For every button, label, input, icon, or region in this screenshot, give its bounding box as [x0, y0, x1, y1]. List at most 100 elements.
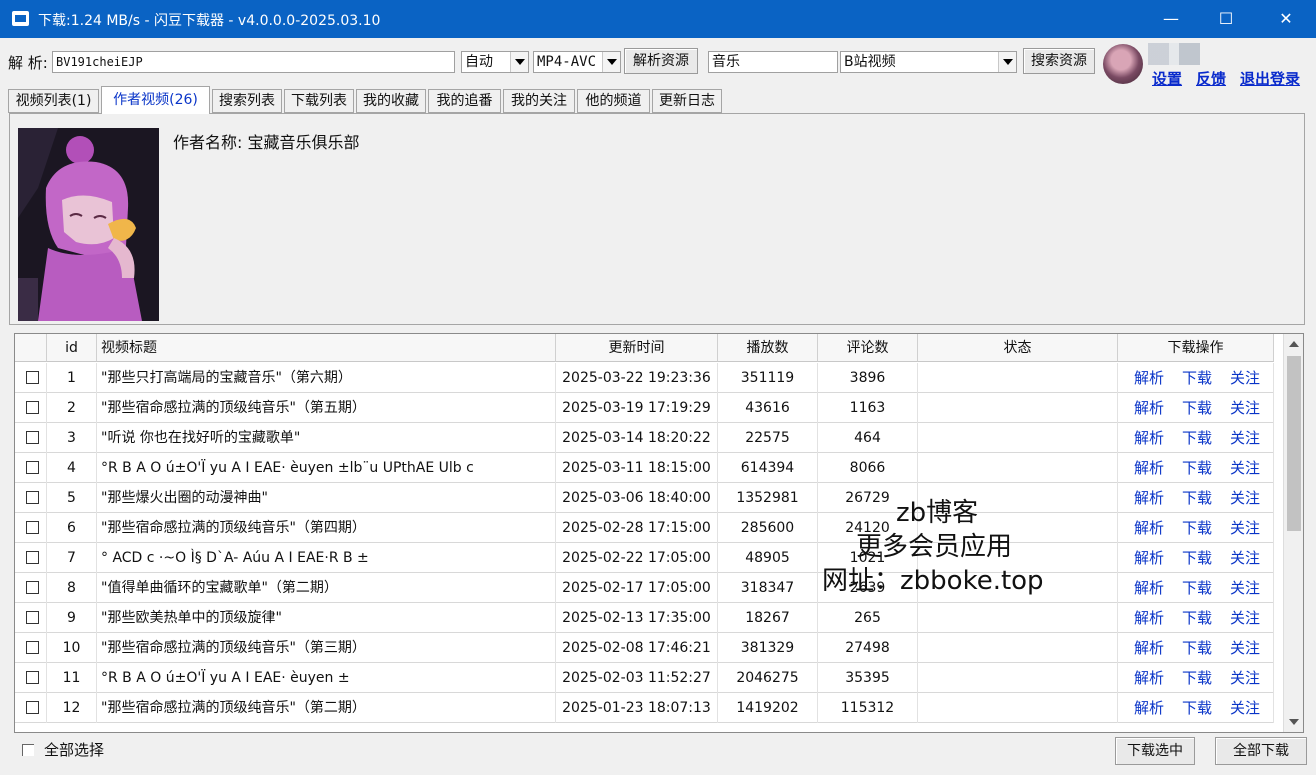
- table-row[interactable]: 10 "那些宿命感拉满的顶级纯音乐"（第三期） 2025-02-08 17:46:2…: [15, 633, 1274, 663]
- table-row[interactable]: 5 "那些爆火出圈的动漫神曲" 2025-03-06 18:40:00 1352981…: [15, 483, 1274, 513]
- download-link[interactable]: 下载: [1182, 513, 1212, 543]
- row-checkbox[interactable]: [26, 581, 39, 594]
- parse-link[interactable]: 解析: [1134, 693, 1164, 723]
- download-all-button[interactable]: 全部下载: [1215, 737, 1307, 765]
- row-checkbox[interactable]: [26, 431, 39, 444]
- table-row[interactable]: 1 "那些只打高端局的宝藏音乐"（第六期） 2025-03-22 19:23:36 3…: [15, 363, 1274, 393]
- row-checkbox[interactable]: [26, 701, 39, 714]
- download-link[interactable]: 下载: [1182, 483, 1212, 513]
- download-link[interactable]: 下载: [1182, 363, 1212, 393]
- bv-input[interactable]: BV191cheiEJP: [52, 51, 455, 73]
- download-link[interactable]: 下载: [1182, 543, 1212, 573]
- settings-link[interactable]: 设置: [1152, 68, 1182, 89]
- search-button[interactable]: 搜索资源: [1023, 48, 1095, 74]
- parse-link[interactable]: 解析: [1134, 363, 1164, 393]
- follow-link[interactable]: 关注: [1230, 663, 1260, 693]
- row-checkbox[interactable]: [26, 641, 39, 654]
- row-plays: 351119: [718, 363, 818, 393]
- column-header-actions[interactable]: 下载操作: [1118, 334, 1274, 362]
- tab-changelog[interactable]: 更新日志: [652, 89, 722, 113]
- user-avatar[interactable]: [1103, 44, 1143, 84]
- select-all-checkbox[interactable]: [22, 744, 34, 756]
- follow-link[interactable]: 关注: [1230, 693, 1260, 723]
- quality-select[interactable]: 自动: [461, 51, 529, 73]
- column-header-title[interactable]: 视频标题: [97, 334, 556, 362]
- tab-download-list[interactable]: 下载列表: [284, 89, 354, 113]
- follow-link[interactable]: 关注: [1230, 483, 1260, 513]
- table-row[interactable]: 8 "值得单曲循环的宝藏歌单"（第二期） 2025-02-17 17:05:00 31…: [15, 573, 1274, 603]
- parse-link[interactable]: 解析: [1134, 423, 1164, 453]
- close-button[interactable]: ✕: [1257, 0, 1315, 38]
- tab-my-anime[interactable]: 我的追番: [428, 89, 501, 113]
- follow-link[interactable]: 关注: [1230, 633, 1260, 663]
- column-header-plays[interactable]: 播放数: [718, 334, 818, 362]
- vertical-scrollbar[interactable]: [1283, 334, 1303, 732]
- scrollbar-thumb[interactable]: [1287, 356, 1301, 531]
- search-input[interactable]: 音乐: [708, 51, 838, 73]
- minimize-button[interactable]: —: [1142, 0, 1200, 38]
- parse-link[interactable]: 解析: [1134, 453, 1164, 483]
- row-checkbox[interactable]: [26, 551, 39, 564]
- parse-link[interactable]: 解析: [1134, 633, 1164, 663]
- row-title: "那些宿命感拉满的顶级纯音乐"（第二期）: [97, 693, 556, 723]
- download-selected-button[interactable]: 下载选中: [1115, 737, 1195, 765]
- tab-video-list[interactable]: 视频列表(1): [8, 89, 99, 113]
- row-id: 11: [47, 663, 97, 693]
- scroll-down-icon[interactable]: [1284, 712, 1303, 732]
- table-row[interactable]: 4 °R B A O ú±O'Ï yu A I EAE· èuyen ±lb¨u …: [15, 453, 1274, 483]
- table-row[interactable]: 7 ° ACD c ·~O Ì§ D`A- Aúu A I EAE·R B ±20…: [15, 543, 1274, 573]
- download-link[interactable]: 下载: [1182, 573, 1212, 603]
- download-link[interactable]: 下载: [1182, 453, 1212, 483]
- download-link[interactable]: 下载: [1182, 393, 1212, 423]
- follow-link[interactable]: 关注: [1230, 393, 1260, 423]
- follow-link[interactable]: 关注: [1230, 513, 1260, 543]
- download-link[interactable]: 下载: [1182, 423, 1212, 453]
- column-header-status[interactable]: 状态: [918, 334, 1118, 362]
- follow-link[interactable]: 关注: [1230, 423, 1260, 453]
- follow-link[interactable]: 关注: [1230, 573, 1260, 603]
- tab-my-follows[interactable]: 我的关注: [503, 89, 575, 113]
- feedback-link[interactable]: 反馈: [1196, 68, 1226, 89]
- parse-link[interactable]: 解析: [1134, 603, 1164, 633]
- column-header-id[interactable]: id: [47, 334, 97, 362]
- row-checkbox[interactable]: [26, 611, 39, 624]
- parse-link[interactable]: 解析: [1134, 393, 1164, 423]
- download-link[interactable]: 下载: [1182, 663, 1212, 693]
- row-checkbox[interactable]: [26, 491, 39, 504]
- download-link[interactable]: 下载: [1182, 633, 1212, 663]
- table-row[interactable]: 3 "听说 你也在找好听的宝藏歌单" 2025-03-14 18:20:22 2257…: [15, 423, 1274, 453]
- parse-link[interactable]: 解析: [1134, 573, 1164, 603]
- tab-his-channel[interactable]: 他的频道: [577, 89, 650, 113]
- search-source-select[interactable]: B站视频: [840, 51, 1017, 73]
- row-checkbox[interactable]: [26, 461, 39, 474]
- maximize-button[interactable]: ☐: [1197, 0, 1255, 38]
- row-checkbox[interactable]: [26, 371, 39, 384]
- follow-link[interactable]: 关注: [1230, 603, 1260, 633]
- logout-link[interactable]: 退出登录: [1240, 68, 1300, 89]
- format-select[interactable]: MP4-AVC: [533, 51, 621, 73]
- follow-link[interactable]: 关注: [1230, 453, 1260, 483]
- row-checkbox[interactable]: [26, 401, 39, 414]
- follow-link[interactable]: 关注: [1230, 363, 1260, 393]
- table-row[interactable]: 9 "那些欧美热单中的顶级旋律" 2025-02-13 17:35:00 18267 2…: [15, 603, 1274, 633]
- row-checkbox[interactable]: [26, 671, 39, 684]
- download-link[interactable]: 下载: [1182, 603, 1212, 633]
- follow-link[interactable]: 关注: [1230, 543, 1260, 573]
- scroll-up-icon[interactable]: [1284, 334, 1303, 354]
- table-row[interactable]: 11 °R B A O ú±O'Ï yu A I EAE· èuyen ±2025…: [15, 663, 1274, 693]
- parse-button[interactable]: 解析资源: [624, 48, 698, 74]
- column-header-comments[interactable]: 评论数: [818, 334, 918, 362]
- download-link[interactable]: 下载: [1182, 693, 1212, 723]
- table-row[interactable]: 6 "那些宿命感拉满的顶级纯音乐"（第四期） 2025-02-28 17:15:00…: [15, 513, 1274, 543]
- row-checkbox[interactable]: [26, 521, 39, 534]
- parse-link[interactable]: 解析: [1134, 543, 1164, 573]
- parse-link[interactable]: 解析: [1134, 513, 1164, 543]
- parse-link[interactable]: 解析: [1134, 483, 1164, 513]
- column-header-time[interactable]: 更新时间: [556, 334, 718, 362]
- tab-author-videos[interactable]: 作者视频(26): [101, 86, 210, 114]
- tab-search-list[interactable]: 搜索列表: [212, 89, 282, 113]
- table-row[interactable]: 12 "那些宿命感拉满的顶级纯音乐"（第二期） 2025-01-23 18:07:1…: [15, 693, 1274, 723]
- tab-my-favorites[interactable]: 我的收藏: [356, 89, 426, 113]
- table-row[interactable]: 2 "那些宿命感拉满的顶级纯音乐"（第五期） 2025-03-19 17:19:29…: [15, 393, 1274, 423]
- parse-link[interactable]: 解析: [1134, 663, 1164, 693]
